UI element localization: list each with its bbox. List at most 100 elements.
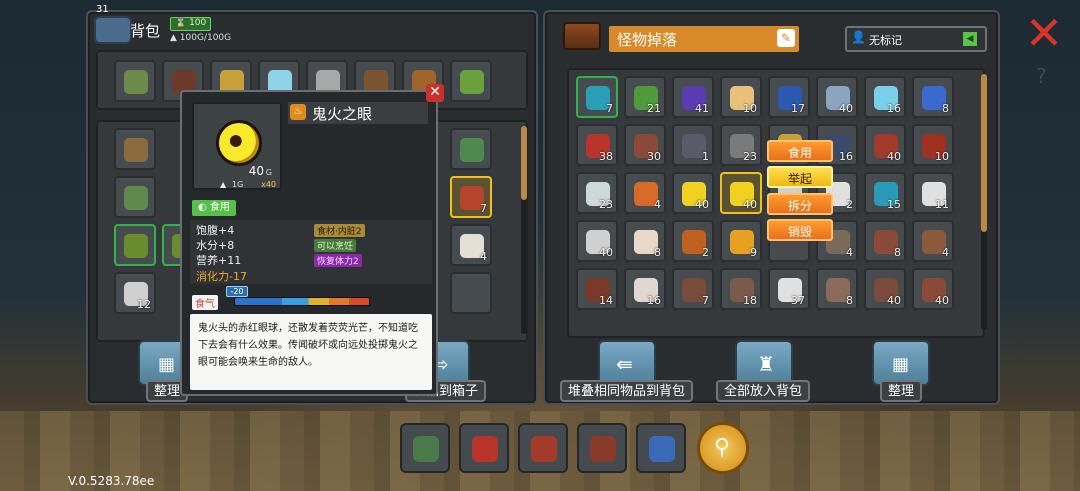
tag-selector[interactable]: 👤 无标记 ◀: [845, 26, 987, 52]
loot-slot[interactable]: 37: [768, 268, 810, 310]
bag-slot[interactable]: [114, 60, 156, 102]
item-count: 10: [743, 102, 757, 115]
edible-tag-label: 食用: [209, 202, 230, 213]
stack-to-bag-label[interactable]: 堆叠相同物品到背包: [560, 380, 694, 402]
loot-slot[interactable]: 14: [576, 268, 618, 310]
loot-slot[interactable]: 40: [672, 172, 714, 214]
item-count: 14: [599, 294, 613, 307]
weight-icon: ▲: [220, 180, 227, 189]
stat-digestion: 消化力-17: [196, 270, 247, 283]
item-count: 7: [702, 294, 709, 307]
loot-slot[interactable]: 23: [720, 124, 762, 166]
qi-bar: [234, 297, 370, 306]
loot-slot[interactable]: 8: [816, 268, 858, 310]
ghost-fire-eye-icon: [216, 120, 262, 166]
loot-slot[interactable]: 40: [816, 76, 858, 118]
weight-value-large: 40: [248, 164, 264, 178]
bag-slot[interactable]: [114, 128, 156, 170]
hotbar-slot[interactable]: [518, 423, 568, 473]
item-count: 40: [935, 294, 949, 307]
context-lift[interactable]: 举起: [767, 166, 833, 188]
weight-text: ▲ 100G/100G: [170, 33, 231, 43]
grid-icon: ▦: [158, 354, 176, 375]
bag-slot[interactable]: [114, 224, 156, 266]
item-count: 41: [695, 102, 709, 115]
loot-slot[interactable]: 40: [912, 268, 954, 310]
hotbar-slot[interactable]: [636, 423, 686, 473]
qi-bar-value-marker: -20: [226, 286, 248, 297]
weight-unit: G: [265, 168, 272, 177]
attr-tag-ingredient: 食材·内脏2: [314, 224, 365, 237]
item-portrait: 40 G ▲ 1G x40: [192, 102, 282, 190]
loot-slot[interactable]: 2: [672, 220, 714, 262]
item-name: 鬼火之眼: [312, 105, 373, 123]
bag-slot[interactable]: 7: [450, 176, 492, 218]
edible-tag: ◐ 食用: [192, 200, 236, 216]
loot-slot[interactable]: 9: [720, 220, 762, 262]
loot-slot[interactable]: 16: [624, 268, 666, 310]
hotbar-food-button[interactable]: ⚲: [697, 422, 749, 474]
context-split[interactable]: 拆分: [767, 193, 833, 215]
bag-slot[interactable]: [450, 272, 492, 314]
loot-slot[interactable]: 8: [864, 220, 906, 262]
item-count: 9: [750, 246, 757, 259]
item-count: 4: [480, 250, 487, 263]
backpack-slot-count: 31: [96, 4, 109, 15]
loot-scrollbar[interactable]: [981, 74, 987, 330]
loot-slot[interactable]: 16: [864, 76, 906, 118]
help-icon[interactable]: ?: [1036, 64, 1047, 88]
bag-slot[interactable]: [114, 176, 156, 218]
loot-slot[interactable]: 11: [912, 172, 954, 214]
weight-icon: ▲: [170, 33, 180, 43]
loot-slot[interactable]: 18: [720, 268, 762, 310]
loot-slot[interactable]: 17: [768, 76, 810, 118]
capacity-badge: ⌛ 100: [170, 17, 212, 31]
loot-sort-label[interactable]: 整理: [880, 380, 923, 402]
item-description: 鬼火头的赤红眼球，还散发着荧荧光芒，不知道吃下去会有什么效果。传闻破坏或向远处投…: [198, 323, 418, 368]
loot-slot[interactable]: 41: [672, 76, 714, 118]
loot-slot[interactable]: 7: [576, 76, 618, 118]
bag-slot[interactable]: 4: [450, 224, 492, 266]
item-count: 11: [935, 198, 949, 211]
all-to-bag-label[interactable]: 全部放入背包: [716, 380, 811, 402]
context-destroy[interactable]: 销毁: [767, 219, 833, 241]
loot-slot[interactable]: 4: [624, 172, 666, 214]
loot-slot[interactable]: 8: [624, 220, 666, 262]
bag-slot[interactable]: [450, 60, 492, 102]
item-count: 2: [702, 246, 709, 259]
item-count: 15: [887, 198, 901, 211]
bag-slot[interactable]: [450, 128, 492, 170]
item-count: 38: [599, 150, 613, 163]
loot-slot[interactable]: 8: [912, 76, 954, 118]
item-count: 40: [743, 198, 757, 211]
item-count: 7: [606, 102, 613, 115]
loot-slot[interactable]: 40: [720, 172, 762, 214]
close-icon[interactable]: ✕: [1020, 10, 1068, 58]
loot-slot[interactable]: 7: [672, 268, 714, 310]
backpack-scrollbar[interactable]: [521, 126, 527, 334]
loot-slot[interactable]: 10: [720, 76, 762, 118]
loot-slot[interactable]: 21: [624, 76, 666, 118]
item-count: 40: [887, 150, 901, 163]
loot-slot[interactable]: 40: [576, 220, 618, 262]
loot-slot[interactable]: 40: [864, 268, 906, 310]
loot-slot[interactable]: 15: [864, 172, 906, 214]
hotbar-slot[interactable]: [459, 423, 509, 473]
context-eat[interactable]: 食用: [767, 140, 833, 162]
stat-satiety: 饱腹+4: [196, 224, 235, 237]
loot-slot[interactable]: 30: [624, 124, 666, 166]
stat-nutrition: 营养+11: [196, 254, 242, 267]
edit-icon[interactable]: ✎: [777, 29, 795, 47]
hotbar-slot[interactable]: [400, 423, 450, 473]
bag-slot[interactable]: 12: [114, 272, 156, 314]
grid-icon: ▦: [892, 354, 910, 375]
attr-tag-cookable: 可以烹饪: [314, 239, 357, 252]
hotbar-slot[interactable]: [577, 423, 627, 473]
loot-slot[interactable]: 10: [912, 124, 954, 166]
loot-slot[interactable]: 38: [576, 124, 618, 166]
loot-slot[interactable]: 23: [576, 172, 618, 214]
loot-slot[interactable]: 40: [864, 124, 906, 166]
loot-slot[interactable]: 1: [672, 124, 714, 166]
tooltip-close-icon[interactable]: ✕: [426, 84, 444, 102]
loot-slot[interactable]: 4: [912, 220, 954, 262]
